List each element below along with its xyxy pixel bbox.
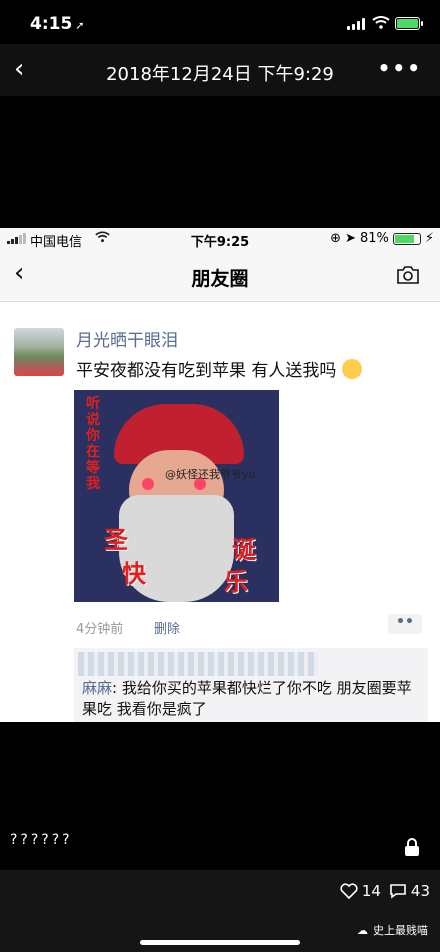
rotation-lock-icon: ⊕ bbox=[330, 231, 342, 246]
post-image[interactable]: 听说你在等我 圣 快 诞 乐 bbox=[74, 390, 279, 602]
comment-count: 43 bbox=[410, 882, 430, 900]
redacted-likes bbox=[78, 652, 318, 676]
inner-battery-icon bbox=[392, 232, 421, 245]
moments-header: ‹ 朋友圈 bbox=[0, 250, 440, 302]
location-icon: ➤ bbox=[345, 231, 356, 246]
avatar[interactable] bbox=[14, 328, 64, 376]
brand-name: 史上最贱喵 bbox=[373, 924, 428, 937]
home-indicator[interactable] bbox=[140, 940, 300, 945]
status-time: 4:15 ➚ bbox=[30, 14, 85, 34]
cheek-left bbox=[142, 478, 154, 490]
comment[interactable]: 麻麻: 我给你买的苹果都快烂了你不吃 朋友圈要苹果吃 我看你是疯了 bbox=[82, 678, 422, 720]
comment-text: : 我给你买的苹果都快烂了你不吃 朋友圈要苹果吃 我看你是疯了 bbox=[82, 679, 412, 718]
inner-status-right: ⊕ ➤ 81% ⚡ bbox=[330, 231, 434, 246]
comment-author[interactable]: 麻麻 bbox=[82, 679, 112, 697]
image-char-4: 乐 bbox=[224, 567, 248, 596]
lock-icon[interactable] bbox=[404, 838, 420, 856]
like-count: 14 bbox=[361, 882, 381, 900]
caption: ?????? bbox=[10, 832, 73, 848]
wifi-icon bbox=[372, 16, 390, 29]
more-button[interactable]: ••• bbox=[378, 56, 422, 80]
comment-icon[interactable] bbox=[389, 883, 407, 899]
camera-icon[interactable] bbox=[396, 265, 420, 285]
wechat-icon: ☁ bbox=[357, 923, 368, 937]
brand: ☁ 史上最贱喵 bbox=[357, 922, 428, 938]
status-bar: 4:15 ➚ bbox=[0, 0, 440, 44]
comment-menu-button[interactable]: •• bbox=[388, 614, 422, 634]
stats: 14 43 bbox=[340, 882, 430, 900]
post-text: 平安夜都没有吃到苹果 有人送我吗 bbox=[76, 356, 362, 381]
heart-icon[interactable] bbox=[340, 883, 358, 899]
comment-area: 麻麻: 我给你买的苹果都快烂了你不吃 朋友圈要苹果吃 我看你是疯了 bbox=[74, 648, 428, 722]
emoji-icon bbox=[341, 359, 362, 379]
image-caption-vertical: 听说你在等我 bbox=[86, 396, 100, 492]
moments-title: 朋友圈 bbox=[191, 268, 249, 290]
viewer-header: ‹ 2018年12月24日 下午9:29 ••• bbox=[0, 44, 440, 96]
embedded-screenshot: 中国电信 下午9:25 ⊕ ➤ 81% ⚡ ‹ 朋友圈 月光晒干眼泪 平安夜都没… bbox=[0, 228, 440, 722]
battery-percent: 81% bbox=[359, 231, 389, 246]
delete-link[interactable]: 删除 bbox=[154, 618, 180, 637]
image-char-1: 圣 bbox=[104, 525, 128, 554]
charging-icon: ⚡ bbox=[424, 231, 434, 246]
post-author[interactable]: 月光晒干眼泪 bbox=[76, 326, 178, 351]
signal-icon bbox=[347, 18, 367, 30]
image-watermark: @妖怪还我爷爷yu bbox=[165, 468, 256, 481]
image-char-2: 快 bbox=[122, 559, 146, 588]
inner-status-bar: 中国电信 下午9:25 ⊕ ➤ 81% ⚡ bbox=[0, 228, 440, 250]
image-char-3: 诞 bbox=[232, 535, 256, 564]
viewer-title: 2018年12月24日 下午9:29 bbox=[106, 64, 334, 85]
battery-icon bbox=[395, 17, 423, 30]
post-time: 4分钟前 bbox=[76, 622, 124, 637]
location-arrow-icon: ➚ bbox=[75, 19, 85, 32]
